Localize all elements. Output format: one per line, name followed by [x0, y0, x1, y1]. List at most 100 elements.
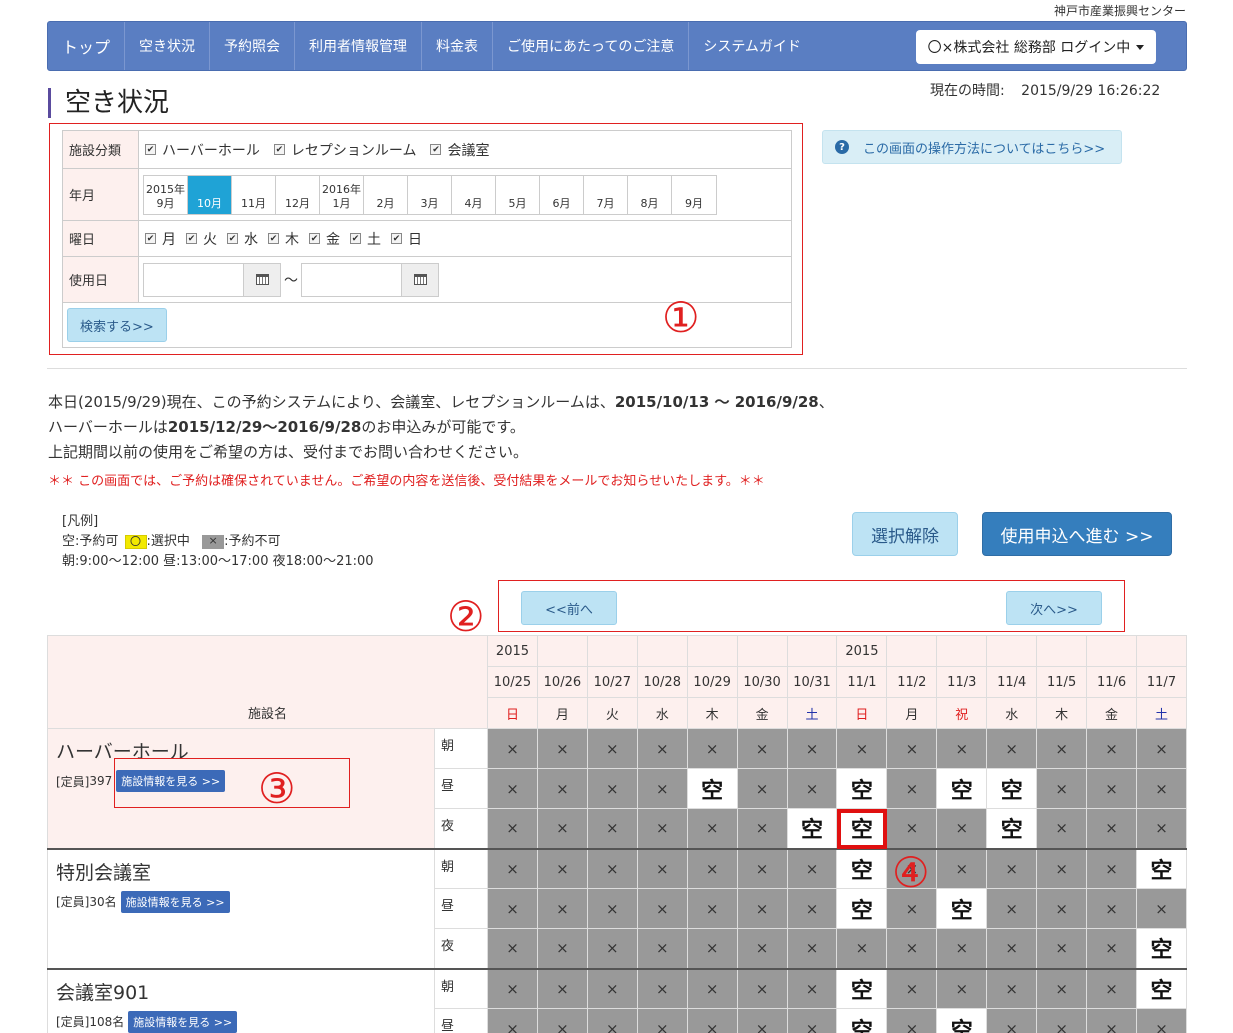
clear-selection-button[interactable]: 選択解除	[852, 512, 958, 556]
vacant-slot[interactable]: 空	[936, 888, 988, 929]
weekday-header: 月	[536, 697, 588, 729]
vacant-slot[interactable]: 空	[836, 888, 888, 929]
capacity-label: [定員]	[56, 895, 90, 909]
nav-user-info[interactable]: 利用者情報管理	[295, 22, 423, 70]
prev-week-button[interactable]: <<前へ	[521, 591, 617, 625]
weekday-label: 曜日	[63, 221, 139, 256]
date-header: 11/2	[886, 666, 938, 698]
help-link[interactable]: ? この画面の操作方法についてはこちら>>	[822, 130, 1122, 164]
unavailable-slot: ×	[686, 967, 738, 1009]
vacant-slot[interactable]: 空	[986, 768, 1038, 809]
month-option[interactable]: 4月	[452, 175, 496, 214]
vacant-slot[interactable]: 空	[686, 768, 738, 809]
month-option[interactable]: 7月	[584, 175, 628, 214]
month-year-label: 2016年	[322, 182, 361, 196]
date-header: 11/1	[836, 666, 888, 698]
next-week-button[interactable]: 次へ>>	[1006, 591, 1102, 625]
weekday-checkbox-label: 土	[367, 231, 381, 248]
end-calendar-button[interactable]	[401, 262, 439, 297]
nav-pricing[interactable]: 料金表	[422, 22, 494, 70]
month-selector: 2015年 9月 10月 11月 12月 2016年 1月 2月 3月 4月 5月 6月 7月 8月 9月	[143, 174, 717, 215]
month-option[interactable]: 9月	[672, 176, 716, 214]
weekday-header: 水	[636, 697, 688, 729]
unavailable-slot: ×	[936, 808, 988, 849]
proceed-application-button[interactable]: 使用申込へ進む >>	[982, 512, 1172, 556]
end-date-input[interactable]	[301, 262, 401, 297]
start-date-input[interactable]	[143, 262, 243, 297]
weekday-checkbox[interactable]: ✔ 木	[268, 229, 299, 249]
start-calendar-button[interactable]	[243, 262, 281, 297]
search-button[interactable]: 検索する>>	[67, 308, 167, 342]
month-label: 9月	[685, 196, 703, 210]
nav-top[interactable]: トップ	[48, 22, 126, 70]
weekday-checkbox[interactable]: ✔ 土	[350, 229, 381, 249]
marker-2: ②	[447, 592, 485, 641]
vacant-slot[interactable]: 空	[936, 1008, 988, 1033]
login-dropdown[interactable]: 〇×株式会社 総務部 ログイン中	[916, 30, 1156, 64]
weekday-checkbox[interactable]: ✔ 月	[145, 229, 176, 249]
vacant-slot[interactable]: 空	[836, 847, 888, 889]
month-option[interactable]: 12月	[276, 175, 320, 214]
unavailable-slot: ×	[636, 888, 688, 929]
calendar-icon	[413, 274, 427, 285]
weekday-checkbox[interactable]: ✔ 金	[309, 229, 340, 249]
facility-checkbox[interactable]: ✔ レセプションルーム	[273, 140, 416, 160]
unavailable-slot: ×	[986, 847, 1038, 889]
vacant-slot[interactable]: 空	[1136, 967, 1187, 1009]
capacity-value: 397	[89, 774, 113, 788]
month-option[interactable]: 10月	[188, 175, 232, 214]
nav-usage-notes[interactable]: ご使用にあたってのご注意	[493, 22, 690, 70]
nav-availability[interactable]: 空き状況	[125, 22, 211, 70]
vacant-slot[interactable]: 空	[836, 768, 888, 809]
facility-info-button[interactable]: 施設情報を見る >>	[120, 890, 230, 913]
month-option[interactable]: 2月	[364, 175, 408, 214]
unavailable-slot: ×	[586, 847, 638, 889]
vacant-slot[interactable]: 空	[836, 808, 888, 849]
year-header	[1136, 635, 1187, 667]
unavailable-slot: ×	[736, 808, 788, 849]
weekday-checkbox[interactable]: ✔ 日	[391, 229, 422, 249]
month-option[interactable]: 2016年 1月	[320, 175, 364, 214]
year-header	[1036, 635, 1088, 667]
year-header	[886, 635, 938, 667]
unavailable-slot: ×	[1036, 768, 1088, 809]
vacant-slot[interactable]: 空	[1136, 928, 1187, 969]
vacant-slot[interactable]: 空	[786, 808, 838, 849]
month-option[interactable]: 3月	[408, 175, 452, 214]
capacity-label: [定員]	[56, 1015, 90, 1029]
unavailable-slot: ×	[886, 808, 938, 849]
time-slot-label: 昼	[433, 768, 489, 809]
weekday-checkbox[interactable]: ✔ 火	[186, 229, 217, 249]
month-label: 9月	[156, 196, 175, 210]
nav-reservation-inquiry[interactable]: 予約照会	[210, 22, 296, 70]
vacant-slot[interactable]: 空	[936, 768, 988, 809]
vacant-slot[interactable]: 空	[836, 967, 888, 1009]
facility-checkbox[interactable]: ✔ 会議室	[430, 140, 489, 160]
vacant-slot[interactable]: 空	[986, 808, 1038, 849]
month-option[interactable]: 6月	[540, 175, 584, 214]
unavailable-slot: ×	[736, 768, 788, 809]
unavailable-slot: ×	[786, 888, 838, 929]
unavailable-slot: ×	[536, 967, 588, 1009]
unavailable-slot: ×	[487, 728, 538, 769]
unavailable-slot: ×	[786, 1008, 838, 1033]
unavailable-slot: ×	[1036, 808, 1088, 849]
weekday-checkbox[interactable]: ✔ 水	[227, 229, 258, 249]
month-option[interactable]: 5月	[496, 175, 540, 214]
month-label: 10月	[197, 196, 222, 210]
facility-info-button[interactable]: 施設情報を見る >>	[128, 1010, 238, 1033]
date-header: 10/28	[636, 666, 688, 698]
calendar-icon	[255, 274, 269, 285]
facility-checkbox[interactable]: ✔ ハーバーホール	[145, 140, 260, 160]
unavailable-slot: ×	[586, 928, 638, 969]
info-line2-pre: ハーバーホールは	[48, 418, 168, 436]
marker-4: ④	[892, 848, 930, 897]
vacant-slot[interactable]: 空	[836, 1008, 888, 1033]
facility-capacity: [定員] 108名 施設情報を見る >>	[56, 1010, 426, 1033]
month-option[interactable]: 11月	[232, 175, 276, 214]
vacant-slot[interactable]: 空	[1136, 847, 1187, 889]
month-option[interactable]: 8月	[628, 175, 672, 214]
year-header	[1086, 635, 1137, 667]
month-option[interactable]: 2015年 9月	[144, 175, 188, 214]
nav-system-guide[interactable]: システムガイド	[689, 22, 815, 70]
